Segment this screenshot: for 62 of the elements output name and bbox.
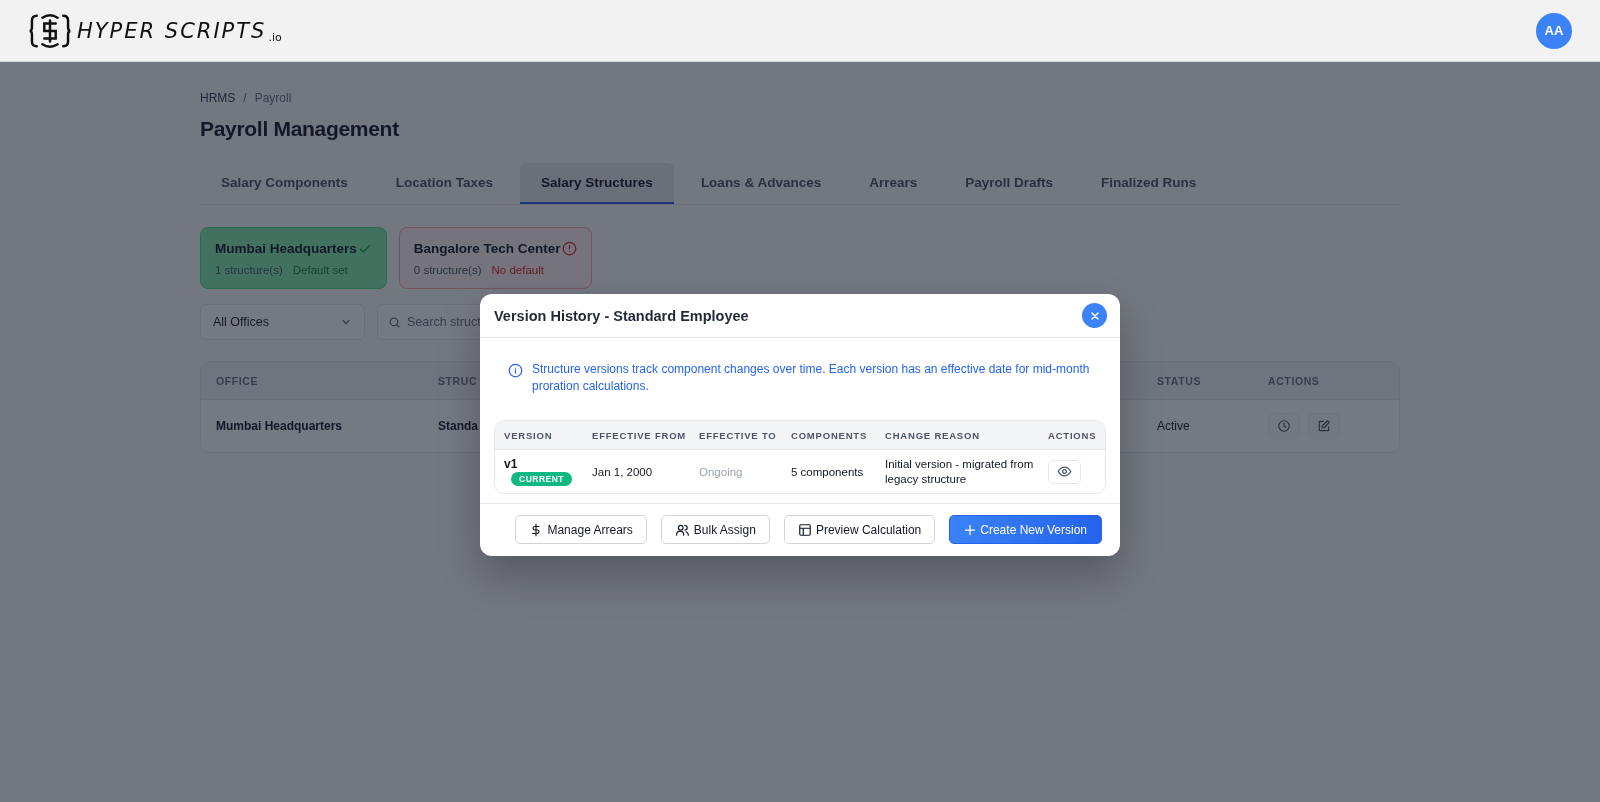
edit-icon <box>1317 419 1331 433</box>
column-header: VERSION <box>504 429 554 441</box>
tab[interactable]: Finalized Runs <box>1080 163 1218 204</box>
alert-icon <box>561 241 577 256</box>
column-header: EFFECTIVE FROM <box>592 429 688 441</box>
action-button[interactable]: Manage Arrears <box>515 515 647 544</box>
edit-button[interactable] <box>1308 413 1340 439</box>
column-header: COMPONENTS <box>791 429 869 441</box>
table-cell-text: Ongoing <box>699 465 744 478</box>
office-select[interactable]: All Offices <box>200 304 365 340</box>
page-title: Payroll Management <box>200 117 400 141</box>
version-number: v1 <box>504 457 518 471</box>
office-name: Bangalore Tech Center <box>413 241 561 256</box>
tab[interactable]: Loans & Advances <box>679 163 843 204</box>
breadcrumb-separator: / <box>243 91 247 105</box>
breadcrumb-item[interactable]: Payroll <box>254 91 292 105</box>
user-avatar[interactable]: AA <box>1536 12 1572 49</box>
info-message: Structure versions track component changes over time. Each version has an effective date for mid-month proration calculations. <box>532 361 1091 395</box>
logo-wordmark: HYPER SCRIPTS <box>77 20 267 45</box>
logo-suffix: .io <box>268 30 282 46</box>
structure-count: 0 structure(s) <box>413 264 482 276</box>
table-cell: Active <box>1157 419 1190 433</box>
breadcrumb-item[interactable]: HRMS <box>200 91 236 105</box>
clock-icon <box>1277 419 1291 433</box>
history-button[interactable] <box>1268 413 1300 439</box>
tab[interactable]: Salary Structures <box>520 163 674 204</box>
users-icon <box>674 522 690 537</box>
structure-count: 1 structure(s) <box>215 264 283 276</box>
column-header: OFFICE <box>216 374 259 387</box>
eye-icon <box>1057 464 1072 479</box>
close-button[interactable] <box>1082 303 1107 328</box>
column-header: ACTIONS <box>1048 429 1098 441</box>
tab[interactable]: Arrears <box>848 163 939 204</box>
create-version-button[interactable]: Create New Version <box>949 515 1102 544</box>
layout-icon <box>797 522 812 537</box>
tab[interactable]: Payroll Drafts <box>944 163 1074 204</box>
column-header: EFFECTIVE TO <box>699 429 778 441</box>
action-button[interactable]: Preview Calculation <box>783 515 936 544</box>
office-card[interactable]: Bangalore Tech Center 0 structure(s) No default <box>398 227 592 289</box>
view-button[interactable] <box>1048 459 1081 484</box>
column-header: STRUC <box>438 374 478 387</box>
dialog-title: Version History - Standard Employee <box>494 307 749 324</box>
table-cell: Initial version - migrated from legacy structure <box>885 456 1035 487</box>
table-cell-text: 5 components <box>791 465 865 478</box>
plus-icon <box>964 523 977 536</box>
current-badge: CURRENT <box>511 472 573 486</box>
table-cell-text: Jan 1, 2000 <box>592 465 654 478</box>
office-name: Mumbai Headquarters <box>215 241 357 256</box>
column-header: ACTIONS <box>1268 374 1320 387</box>
default-status: No default <box>491 264 544 276</box>
table-cell: Mumbai Headquarters <box>216 419 343 433</box>
search-field[interactable]: Search struct <box>407 315 485 329</box>
tab[interactable]: Salary Components <box>200 163 369 204</box>
logo-icon <box>29 11 71 50</box>
close-icon <box>1089 310 1100 321</box>
column-header: CHANGE REASON <box>885 429 981 441</box>
column-header: STATUS <box>1157 374 1202 387</box>
tab[interactable]: Location Taxes <box>374 163 515 204</box>
action-button[interactable]: Bulk Assign <box>660 515 770 544</box>
search-icon <box>388 315 401 329</box>
info-icon <box>508 363 523 378</box>
table-cell: Standa <box>438 419 478 433</box>
